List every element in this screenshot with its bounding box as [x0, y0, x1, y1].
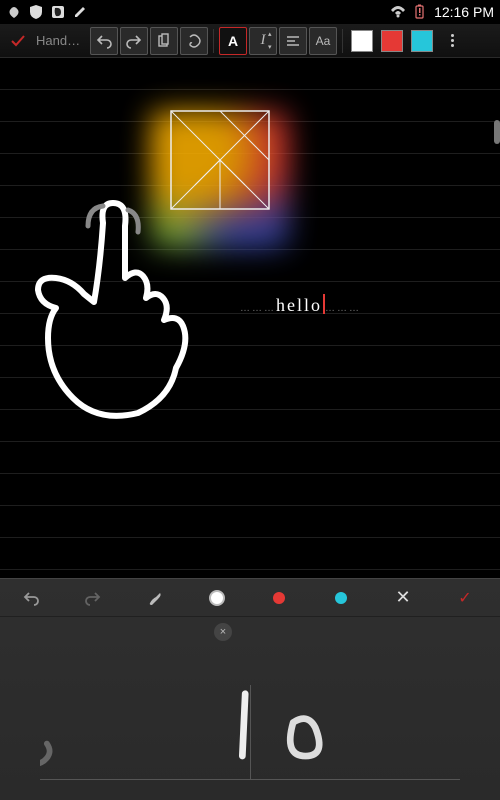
- breadcrumb[interactable]: Handw…: [36, 33, 82, 48]
- text-entry-field[interactable]: ……… hello ………: [240, 291, 361, 316]
- tangram-overlay: [170, 110, 270, 210]
- hw-redo-button[interactable]: [62, 579, 124, 617]
- text-field-trailing-dots: ………: [325, 303, 361, 314]
- handwriting-panel: ✕ ✓ ×: [0, 578, 500, 800]
- color-teal-swatch[interactable]: [408, 27, 436, 55]
- color-red-swatch[interactable]: [378, 27, 406, 55]
- overflow-menu-button[interactable]: [438, 27, 466, 55]
- align-button[interactable]: [279, 27, 307, 55]
- text-cursor: [323, 294, 325, 314]
- confirm-button[interactable]: [4, 27, 32, 55]
- hw-brush-button[interactable]: [124, 579, 186, 617]
- hw-color-white-button[interactable]: [186, 579, 248, 617]
- handwriting-input-area[interactable]: [40, 665, 460, 780]
- note-canvas[interactable]: ……… hello ………: [0, 58, 500, 578]
- shield-icon: [28, 4, 44, 20]
- hand-pointer-drawing: [28, 198, 198, 428]
- hw-color-red-button[interactable]: [248, 579, 310, 617]
- hw-undo-button[interactable]: [0, 579, 62, 617]
- redo-button[interactable]: [120, 27, 148, 55]
- battery-alert-icon: [412, 4, 428, 20]
- text-tool-button[interactable]: A: [219, 27, 247, 55]
- status-bar: 12:16 PM: [0, 0, 500, 24]
- text-field-leading-dots: ………: [240, 303, 276, 314]
- handwriting-toolbar: ✕ ✓: [0, 579, 500, 617]
- status-time: 12:16 PM: [434, 4, 494, 20]
- typed-text: hello: [276, 295, 322, 316]
- color-white-swatch[interactable]: [348, 27, 376, 55]
- scrollbar-thumb[interactable]: [494, 120, 500, 144]
- undo-button[interactable]: [90, 27, 118, 55]
- font-style-button[interactable]: Aa: [309, 27, 337, 55]
- editor-toolbar: Handw… A I▴▾ Aa: [0, 24, 500, 58]
- hw-color-teal-button[interactable]: [310, 579, 372, 617]
- hw-confirm-button[interactable]: ✓: [434, 579, 496, 617]
- italic-button[interactable]: I▴▾: [249, 27, 277, 55]
- hw-clear-chip[interactable]: ×: [214, 623, 232, 641]
- clipboard-button[interactable]: [150, 27, 178, 55]
- lasso-button[interactable]: [180, 27, 208, 55]
- pencil-icon: [72, 4, 88, 20]
- jellybean-icon: [6, 4, 22, 20]
- hw-cancel-button[interactable]: ✕: [372, 579, 434, 617]
- handwriting-strokes: [40, 665, 460, 780]
- evernote-icon: [50, 4, 66, 20]
- wifi-icon: [390, 4, 406, 20]
